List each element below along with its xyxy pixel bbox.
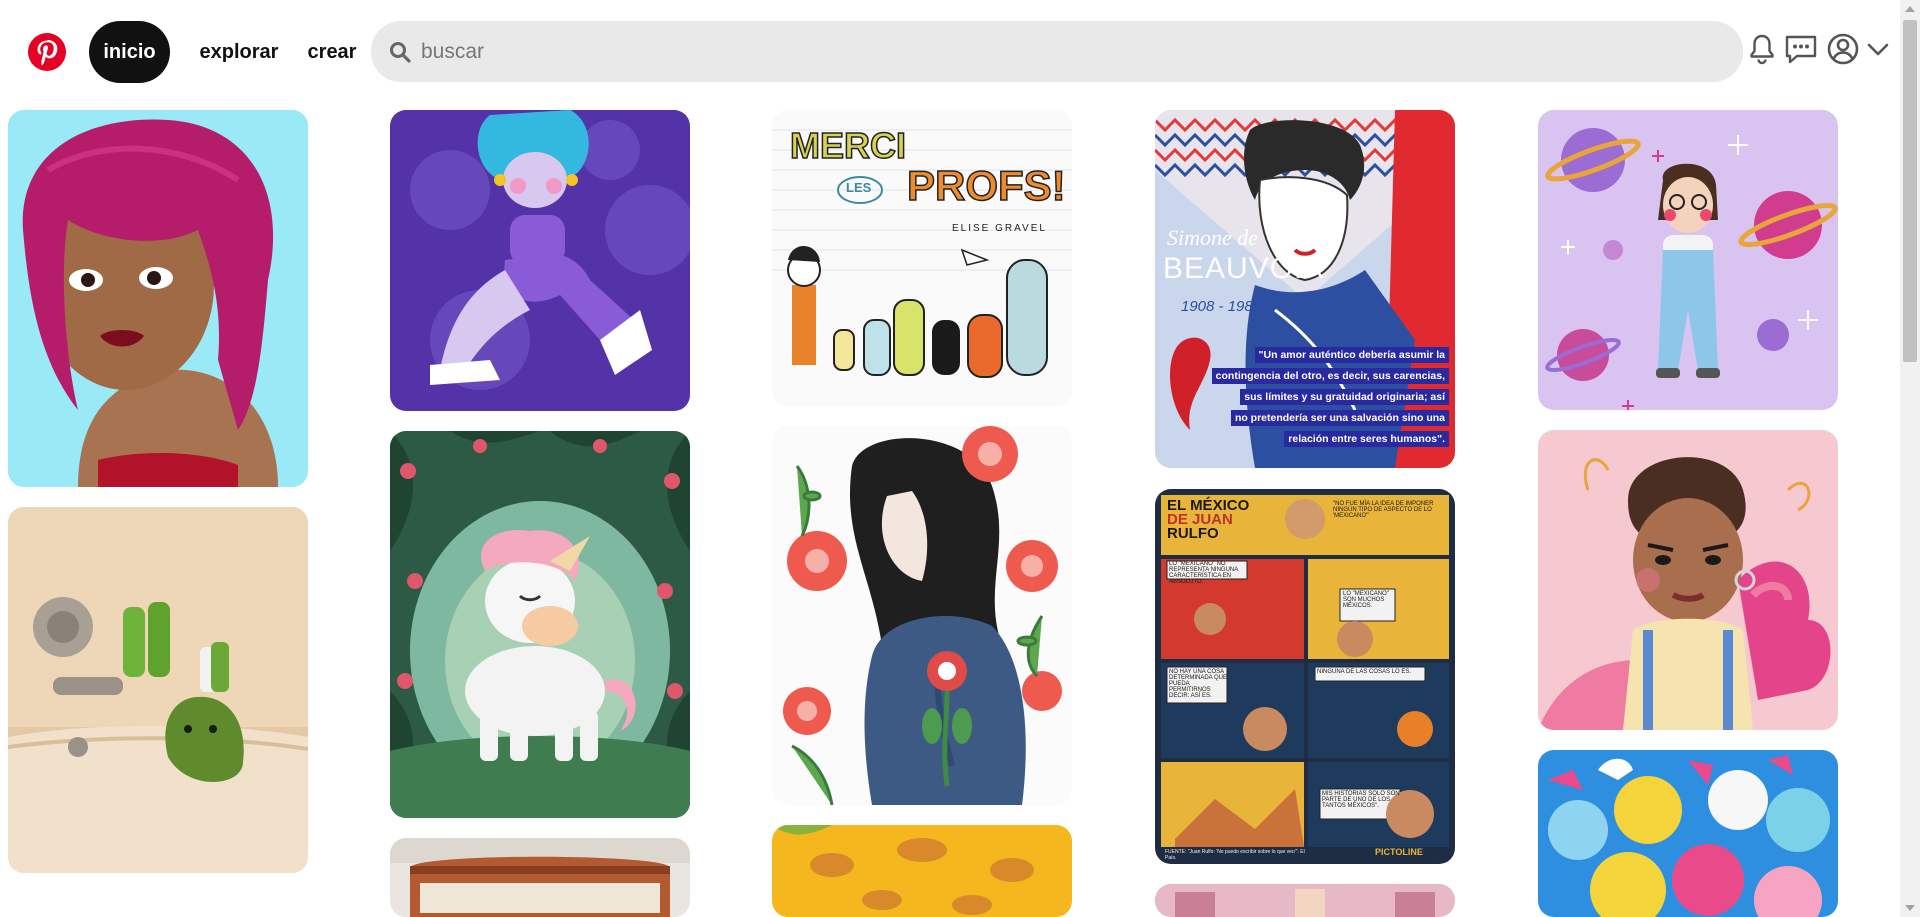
nav-explore[interactable]: explorar [191,21,287,83]
pin-el-mexico-de-juan-rulfo[interactable]: EL MÉXICO DE JUAN RULFO "NO FUE MÍA LA I… [1155,489,1455,864]
pin-wet-dog-bathtub[interactable] [8,507,308,873]
beauvoir-first-name: Simone de [1167,225,1259,250]
rulfo-title: EL MÉXICO DE JUAN RULFO [1167,498,1249,542]
top-navigation-bar: inicio explorar crear [0,0,1900,102]
pin-yellow-pattern[interactable] [772,825,1072,917]
merci-author: ELISE GRAVEL [952,223,1047,234]
pin-magenta-hair-portrait[interactable] [8,110,308,487]
merci-les: LES [846,180,872,195]
nav-home[interactable]: inicio [89,21,170,83]
search-icon [390,42,411,63]
scroll-up-arrow-icon[interactable] [1905,6,1915,12]
pin-vintage-van[interactable] [390,838,690,917]
quote-line: relación entre seres humanos". [1284,431,1449,447]
rulfo-bubble-4: NO HAY UNA COSA DETERMINADA QUE PUEDA PE… [1169,669,1228,699]
pin-pink-interior[interactable] [1155,884,1455,917]
rulfo-brand: PICTOLINE [1375,847,1423,857]
search-input[interactable] [419,30,1723,74]
pinterest-logo-icon[interactable] [27,32,67,72]
quote-line: "Un amor auténtico debería asumir la [1254,347,1449,363]
merci-profs: PROFS! [906,161,1066,210]
beauvoir-last-name: BEAUVOIR [1163,252,1327,285]
message-icon[interactable] [1783,31,1819,67]
profile-icon[interactable] [1825,31,1861,67]
pin-girl-denim-jacket-flowers[interactable] [772,426,1072,805]
page-scrollbar[interactable] [1900,0,1920,917]
rulfo-title-line: RULFO [1167,525,1219,542]
beauvoir-quote: "Un amor auténtico debería asumir la con… [1199,345,1449,447]
nav-create[interactable]: crear [303,21,361,83]
pin-boy-sweater-portrait[interactable] [1538,430,1838,730]
merci-title: MERCI [789,124,907,167]
bell-icon[interactable] [1744,31,1780,67]
rulfo-source: FUENTE: "Juan Rulfo: 'No puedo escribir … [1165,849,1305,861]
pin-merci-les-profs[interactable]: MERCI LES PROFS! ELISE GRAVEL [772,110,1072,406]
scroll-down-arrow-icon[interactable] [1905,905,1915,911]
chevron-down-icon[interactable] [1864,31,1892,67]
quote-line: sus límites y su gratuidad originaria; a… [1240,389,1449,405]
pin-unicorn-illustration[interactable] [390,431,690,818]
quote-line: contingencia del otro, es decir, sus car… [1211,368,1449,384]
quote-line: no pretendería ser una salvación sino un… [1230,410,1449,426]
pin-girl-with-planets[interactable] [1538,110,1838,410]
rulfo-bubble-6: MIS HISTORIAS SOLO SON PARTE DE UNO DE L… [1322,791,1400,809]
pin-blue-hair-girl[interactable] [390,110,690,411]
rulfo-bubble-5: NINGUNA DE LAS COSAS LO ES. [1317,669,1412,675]
pin-simone-de-beauvoir[interactable]: Simone de BEAUVOIR 1908 - 1986 "Un amor … [1155,110,1455,468]
search-bar[interactable] [371,21,1743,82]
rulfo-bubble-2: LO "MEXICANO" NO REPRESENTA NINGUNA CARA… [1169,561,1238,585]
scrollbar-thumb[interactable] [1903,20,1917,362]
beauvoir-years: 1908 - 1986 [1181,298,1262,315]
rulfo-bubble-3: LO "MEXICANO" SON MUCHOS MÉXICOS. [1343,591,1389,609]
rulfo-bubble-1: "NO FUE MÍA LA IDEA DE IMPONER NINGÚN TI… [1333,501,1434,519]
pin-protest-crowd-illustration[interactable] [1538,750,1838,917]
